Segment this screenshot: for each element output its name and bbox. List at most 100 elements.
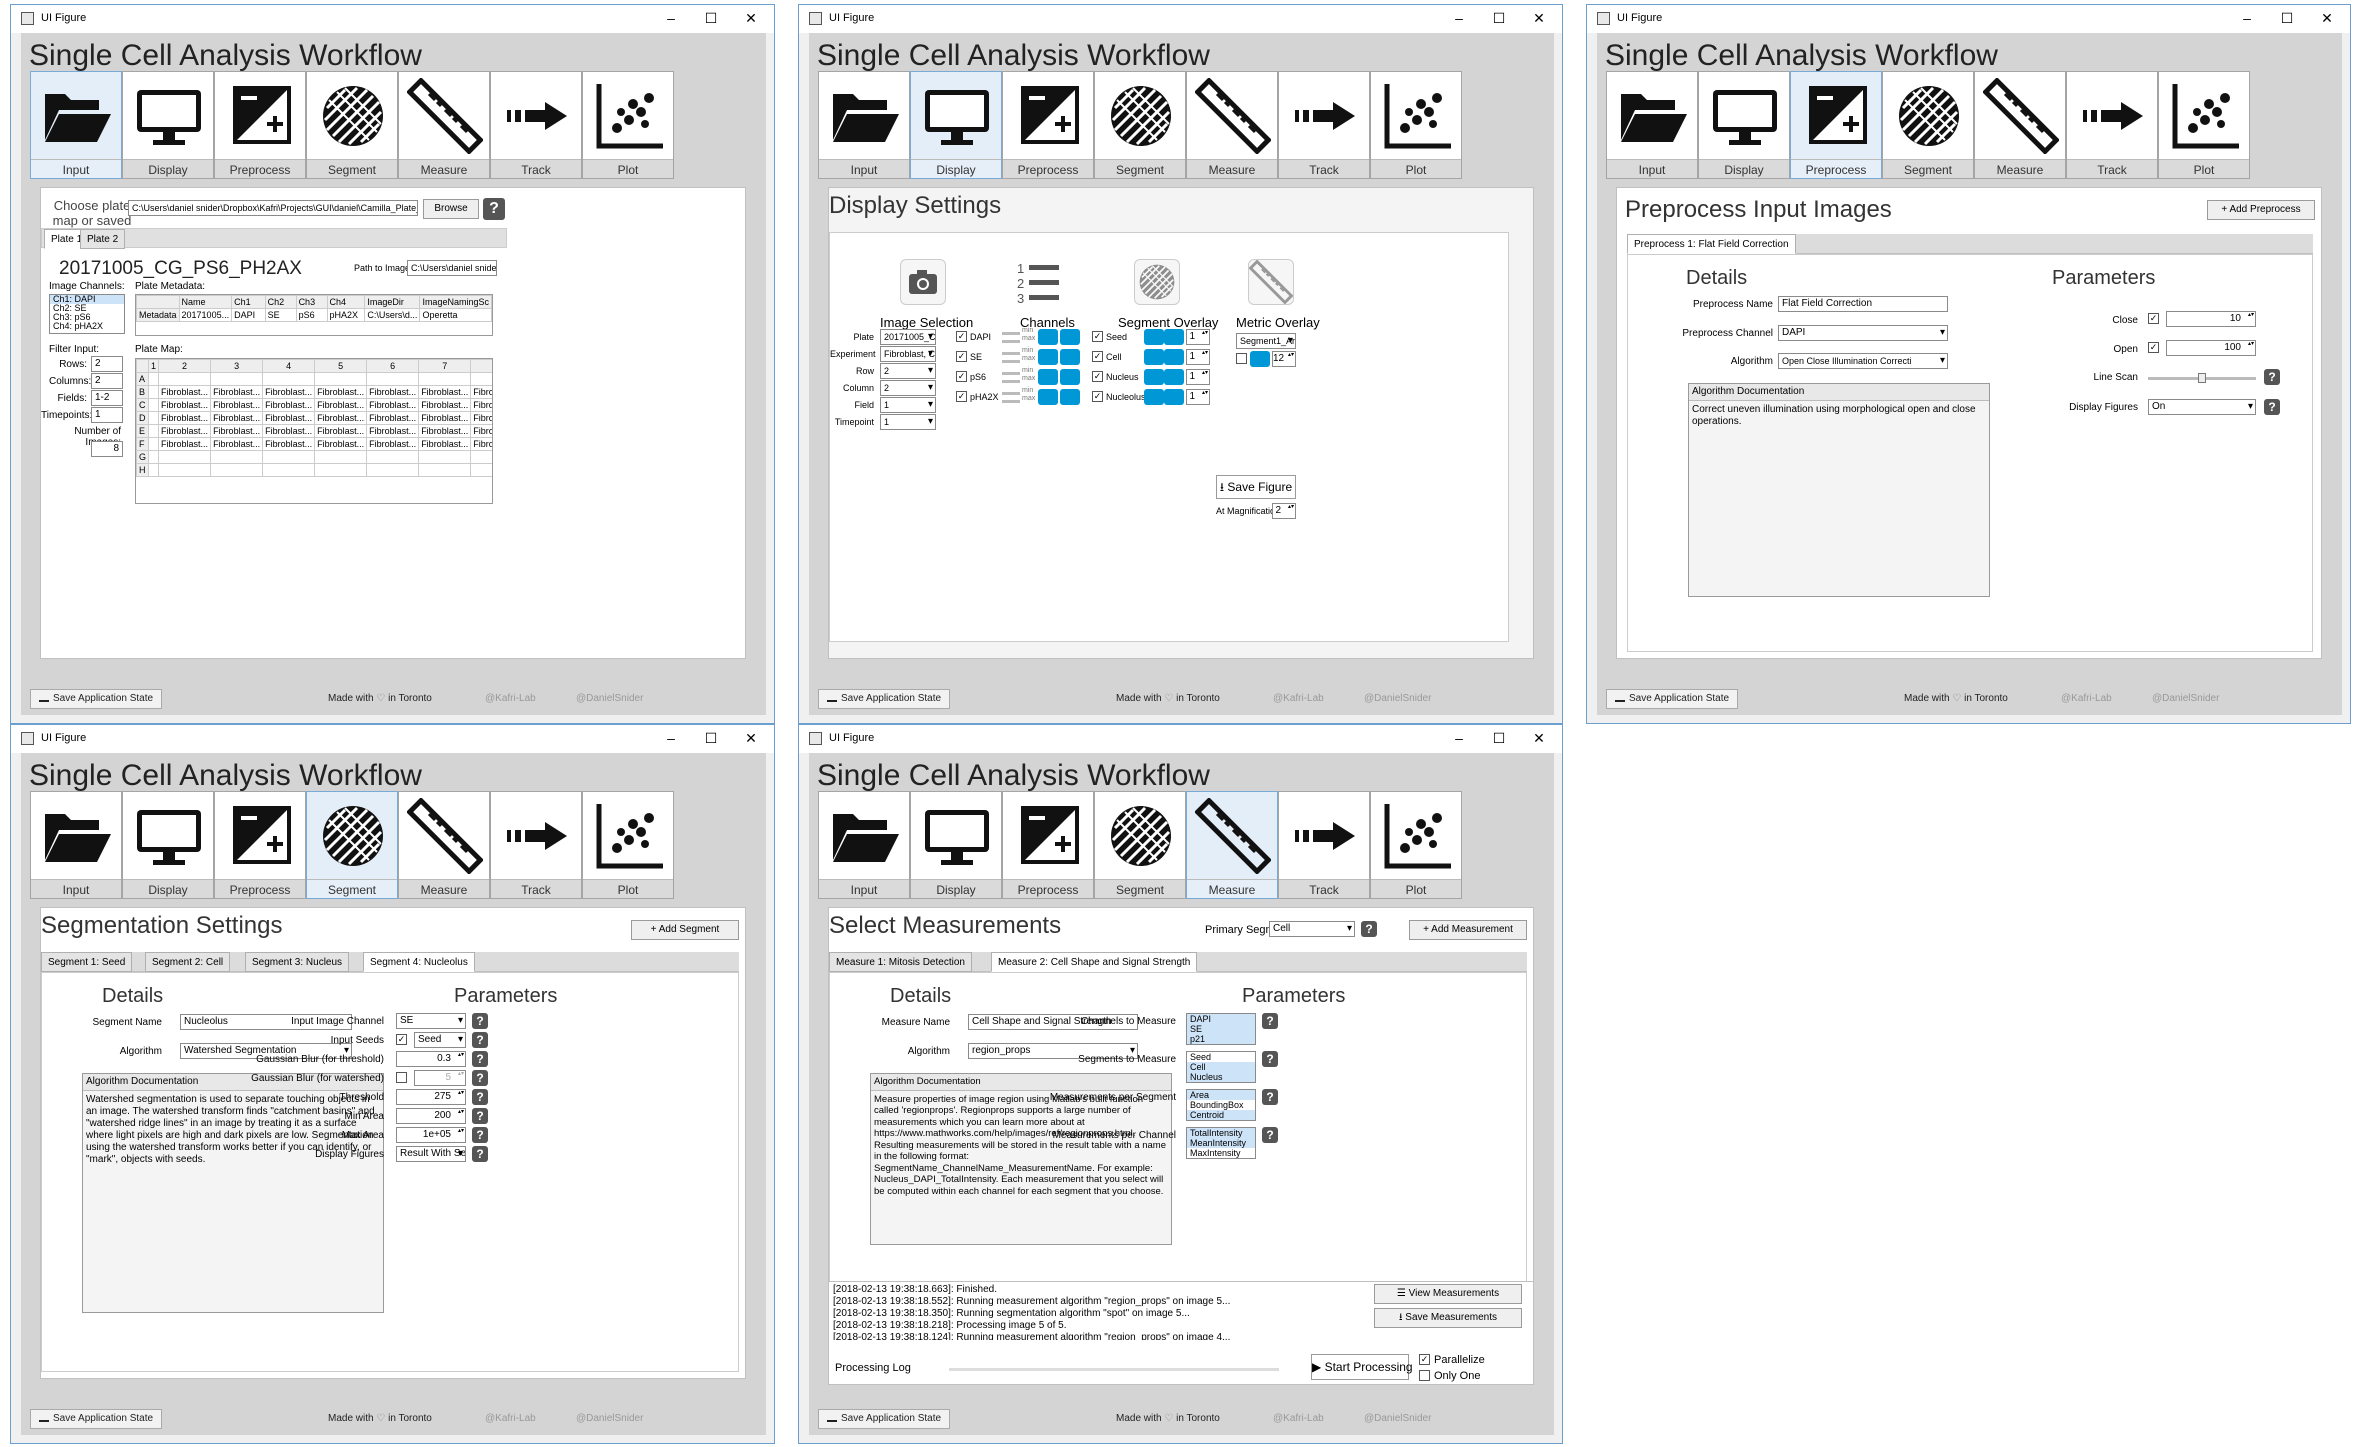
table-cell[interactable]: [148, 424, 160, 438]
param-field[interactable]: Result With Seeds: [396, 1146, 466, 1162]
nav-preprocess-button[interactable]: Preprocess: [214, 71, 306, 179]
nav-track-button[interactable]: Track: [1278, 791, 1370, 899]
table-cell[interactable]: Fibroblast...: [314, 437, 368, 451]
minimize-button[interactable]: –: [2227, 7, 2267, 29]
table-cell[interactable]: [148, 398, 160, 412]
list-item[interactable]: Centroid: [1187, 1110, 1255, 1120]
tab-preprocess-1[interactable]: Preprocess 1: Flat Field Correction: [1627, 234, 1796, 254]
image-field-dropdown[interactable]: 1: [880, 414, 936, 430]
segment-color-button[interactable]: [1144, 329, 1164, 345]
table-cell[interactable]: [148, 450, 160, 464]
nav-input-button[interactable]: Input: [30, 71, 122, 179]
help-icon[interactable]: ?: [472, 1089, 488, 1105]
table-cell[interactable]: Fibroblast...: [158, 398, 212, 412]
segment-color-button[interactable]: [1144, 389, 1164, 405]
browse-button[interactable]: Browse: [423, 199, 479, 219]
lab-link[interactable]: @Kafri-Lab: [485, 693, 536, 704]
close-button[interactable]: ✕: [1519, 727, 1559, 749]
table-cell[interactable]: Fibroblast...: [262, 398, 316, 412]
max-slider[interactable]: [1002, 340, 1020, 343]
metric-color-button[interactable]: [1250, 351, 1270, 367]
line-scan-handle[interactable]: [2198, 373, 2206, 383]
lab-link[interactable]: @Kafri-Lab: [1273, 693, 1324, 704]
table-cell[interactable]: Fibroblast...: [262, 411, 316, 425]
param-checkbox[interactable]: ✓: [396, 1034, 407, 1045]
table-cell[interactable]: [148, 411, 160, 425]
max-slider[interactable]: [1002, 360, 1020, 363]
table-cell[interactable]: [262, 463, 316, 477]
table-cell[interactable]: Fibroblast...: [158, 437, 212, 451]
nav-plot-button[interactable]: Plot: [582, 71, 674, 179]
param-field[interactable]: Seed: [414, 1032, 466, 1048]
display-figures-dropdown[interactable]: On: [2148, 399, 2256, 415]
color-button[interactable]: [1038, 349, 1058, 365]
list-item[interactable]: Cell: [1187, 1062, 1255, 1072]
save-application-state-button[interactable]: Save Application State: [30, 689, 163, 709]
table-cell[interactable]: Fibroblast...: [470, 385, 492, 399]
image-field-dropdown[interactable]: 1: [880, 397, 936, 413]
metric-checkbox[interactable]: [1236, 353, 1247, 364]
segment-fill-button[interactable]: [1164, 389, 1184, 405]
save-application-state-button[interactable]: Save Application State: [30, 1409, 163, 1429]
min-slider[interactable]: [1002, 352, 1020, 355]
plate-map-table[interactable]: 12345678ABFibroblast...Fibroblast...Fibr…: [135, 358, 493, 504]
table-cell[interactable]: Fibroblast...: [366, 398, 420, 412]
table-cell[interactable]: [148, 437, 160, 451]
measure-list[interactable]: TotalIntensity MeanIntensity MaxIntensity: [1186, 1127, 1256, 1159]
max-slider[interactable]: [1002, 380, 1020, 383]
table-cell[interactable]: [470, 450, 492, 464]
segment-checkbox[interactable]: ✓: [1092, 331, 1103, 342]
add-preprocess-button[interactable]: + Add Preprocess: [2207, 200, 2315, 220]
channel-checkbox[interactable]: ✓: [956, 391, 967, 402]
help-icon[interactable]: ?: [472, 1032, 488, 1048]
help-icon[interactable]: ?: [1262, 1051, 1278, 1067]
table-cell[interactable]: Operetta: [419, 308, 492, 322]
table-cell[interactable]: Fibroblast...: [210, 437, 264, 451]
segment-checkbox[interactable]: ✓: [1092, 371, 1103, 382]
table-cell[interactable]: [366, 463, 420, 477]
table-cell[interactable]: Fibroblast...: [366, 411, 420, 425]
table-cell[interactable]: Fibroblast...: [314, 424, 368, 438]
param-field[interactable]: SE: [396, 1013, 466, 1029]
table-cell[interactable]: [148, 372, 160, 386]
path-images-field[interactable]: C:\Users\daniel snider\Dro: [407, 260, 497, 276]
parallelize-checkbox[interactable]: ✓: [1419, 1354, 1430, 1365]
nav-preprocess-button[interactable]: Preprocess: [1002, 71, 1094, 179]
table-cell[interactable]: Fibroblast...: [158, 424, 212, 438]
nav-plot-button[interactable]: Plot: [582, 791, 674, 899]
author-link[interactable]: @DanielSnider: [576, 693, 643, 704]
image-field-dropdown[interactable]: 2: [880, 363, 936, 379]
start-processing-button[interactable]: ▶ Start Processing: [1311, 1354, 1413, 1380]
help-icon[interactable]: ?: [472, 1013, 488, 1029]
algorithm-dropdown[interactable]: Open Close Illumination Correcti: [1778, 353, 1948, 369]
table-cell[interactable]: [158, 372, 212, 386]
table-cell[interactable]: [366, 450, 420, 464]
measure-list[interactable]: Seed Cell Nucleus: [1186, 1051, 1256, 1083]
help-icon[interactable]: ?: [472, 1070, 488, 1086]
list-item[interactable]: Area: [1187, 1090, 1255, 1100]
minimize-button[interactable]: –: [651, 727, 691, 749]
list-item[interactable]: Nucleus: [1187, 1072, 1255, 1082]
save-measurements-button[interactable]: ⭳ Save Measurements: [1374, 1308, 1522, 1328]
table-cell[interactable]: 20171005...: [178, 308, 233, 322]
table-cell[interactable]: Fibroblast...: [366, 437, 420, 451]
help-icon[interactable]: ?: [483, 198, 505, 220]
image-field-dropdown[interactable]: 2: [880, 380, 936, 396]
tab-segment-3[interactable]: Segment 3: Nucleus: [245, 952, 350, 972]
table-cell[interactable]: Fibroblast...: [366, 385, 420, 399]
lab-link[interactable]: @Kafri-Lab: [1273, 1413, 1324, 1424]
param-field[interactable]: 0.3: [396, 1051, 466, 1067]
table-cell[interactable]: [470, 372, 492, 386]
open-checkbox[interactable]: ✓: [2148, 342, 2159, 353]
table-cell[interactable]: Fibroblast...: [470, 424, 492, 438]
help-icon[interactable]: ?: [2264, 369, 2280, 385]
table-cell[interactable]: C:\Users\d...: [364, 308, 421, 322]
segment-width-spinner[interactable]: 1: [1186, 369, 1210, 385]
table-cell[interactable]: [366, 372, 420, 386]
metadata-table[interactable]: Name Ch1 Ch2 Ch3 Ch4 ImageDir ImageNamingSc Met…: [135, 294, 493, 336]
table-cell[interactable]: [148, 463, 160, 477]
visibility-button[interactable]: [1060, 329, 1080, 345]
table-cell[interactable]: pHA2X: [326, 308, 366, 322]
num-images-field[interactable]: 8: [91, 441, 123, 457]
help-icon[interactable]: ?: [472, 1051, 488, 1067]
